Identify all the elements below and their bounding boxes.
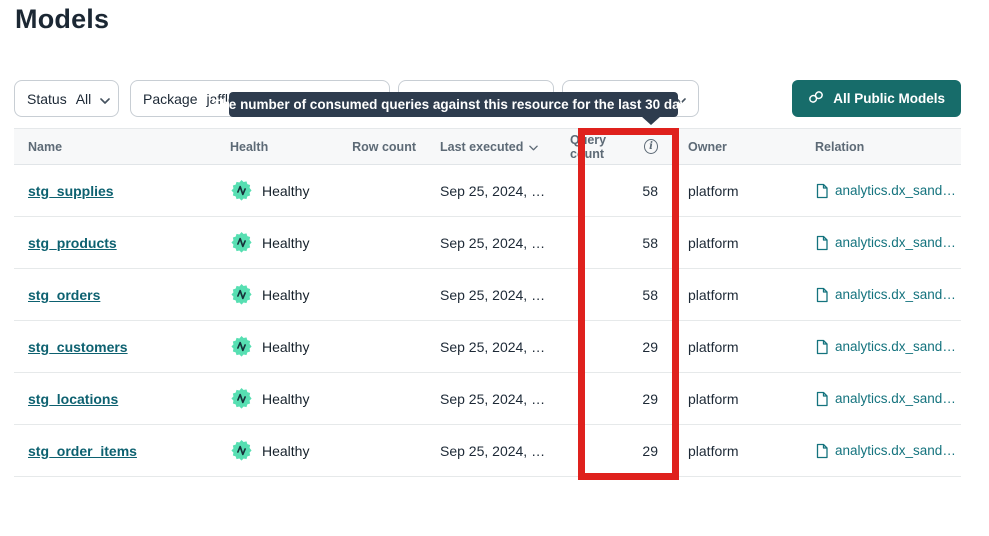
status-filter-dropdown[interactable]: Status All [14, 80, 119, 117]
sort-chevron-down-icon [529, 140, 538, 154]
column-header-row-count[interactable]: Row count [350, 140, 420, 154]
relation-link[interactable]: analytics.dx_sand… [835, 235, 956, 250]
query-count-value: 29 [570, 391, 670, 407]
column-header-query-count[interactable]: Query count i [570, 133, 670, 161]
relation-link[interactable]: analytics.dx_sand… [835, 339, 956, 354]
last-executed-value: Sep 25, 2024, … [420, 339, 570, 355]
table-row: stg_order_items Healthy Sep 25, 2024, … … [14, 425, 961, 477]
chevron-down-icon [100, 91, 110, 107]
model-link[interactable]: stg_products [28, 235, 117, 251]
column-header-health[interactable]: Health [230, 140, 350, 154]
table-row: stg_locations Healthy Sep 25, 2024, … 29… [14, 373, 961, 425]
tooltip-text: The number of consumed queries against t… [212, 97, 694, 112]
healthy-badge-icon [230, 387, 253, 410]
table-row: stg_products Healthy Sep 25, 2024, … 58 … [14, 217, 961, 269]
relation-link[interactable]: analytics.dx_sand… [835, 183, 956, 198]
info-icon[interactable]: i [644, 139, 658, 154]
document-icon [815, 339, 829, 355]
query-count-value: 58 [570, 183, 670, 199]
all-public-models-label: All Public Models [833, 91, 945, 106]
healthy-badge-icon [230, 439, 253, 462]
column-header-owner[interactable]: Owner [670, 140, 790, 154]
owner-value: platform [670, 183, 790, 199]
health-status: Healthy [262, 235, 309, 251]
model-link[interactable]: stg_supplies [28, 183, 114, 199]
health-status: Healthy [262, 287, 309, 303]
status-filter-label: Status [27, 91, 67, 107]
document-icon [815, 391, 829, 407]
model-link[interactable]: stg_order_items [28, 443, 137, 459]
health-status: Healthy [262, 339, 309, 355]
column-header-relation[interactable]: Relation [790, 140, 961, 154]
tooltip-arrow [641, 116, 661, 125]
last-executed-label: Last executed [440, 140, 523, 154]
health-status: Healthy [262, 443, 309, 459]
link-icon [808, 90, 824, 107]
health-status: Healthy [262, 391, 309, 407]
column-header-last-executed[interactable]: Last executed [420, 140, 570, 154]
owner-value: platform [670, 339, 790, 355]
status-filter-value: All [76, 91, 92, 107]
query-count-tooltip: The number of consumed queries against t… [229, 92, 678, 117]
document-icon [815, 235, 829, 251]
healthy-badge-icon [230, 179, 253, 202]
models-table: Name Health Row count Last executed Quer… [14, 128, 961, 477]
last-executed-value: Sep 25, 2024, … [420, 391, 570, 407]
query-count-value: 58 [570, 287, 670, 303]
owner-value: platform [670, 443, 790, 459]
healthy-badge-icon [230, 283, 253, 306]
table-header-row: Name Health Row count Last executed Quer… [14, 128, 961, 165]
healthy-badge-icon [230, 231, 253, 254]
owner-value: platform [670, 391, 790, 407]
package-filter-label: Package [143, 91, 197, 107]
last-executed-value: Sep 25, 2024, … [420, 287, 570, 303]
models-page: Models Status All Package jaffle_ [0, 0, 989, 536]
relation-link[interactable]: analytics.dx_sand… [835, 287, 956, 302]
all-public-models-button[interactable]: All Public Models [792, 80, 961, 117]
relation-link[interactable]: analytics.dx_sand… [835, 391, 956, 406]
page-title: Models [15, 4, 109, 35]
table-row: stg_customers Healthy Sep 25, 2024, … 29… [14, 321, 961, 373]
column-header-name[interactable]: Name [14, 140, 230, 154]
document-icon [815, 287, 829, 303]
healthy-badge-icon [230, 335, 253, 358]
model-link[interactable]: stg_customers [28, 339, 128, 355]
health-status: Healthy [262, 183, 309, 199]
last-executed-value: Sep 25, 2024, … [420, 235, 570, 251]
owner-value: platform [670, 235, 790, 251]
document-icon [815, 183, 829, 199]
document-icon [815, 443, 829, 459]
model-link[interactable]: stg_locations [28, 391, 118, 407]
table-row: stg_orders Healthy Sep 25, 2024, … 58 pl… [14, 269, 961, 321]
relation-link[interactable]: analytics.dx_sand… [835, 443, 956, 458]
owner-value: platform [670, 287, 790, 303]
query-count-value: 29 [570, 443, 670, 459]
query-count-label: Query count [570, 133, 638, 161]
table-row: stg_supplies Healthy Sep 25, 2024, … 58 … [14, 165, 961, 217]
query-count-value: 29 [570, 339, 670, 355]
last-executed-value: Sep 25, 2024, … [420, 183, 570, 199]
query-count-value: 58 [570, 235, 670, 251]
model-link[interactable]: stg_orders [28, 287, 100, 303]
last-executed-value: Sep 25, 2024, … [420, 443, 570, 459]
